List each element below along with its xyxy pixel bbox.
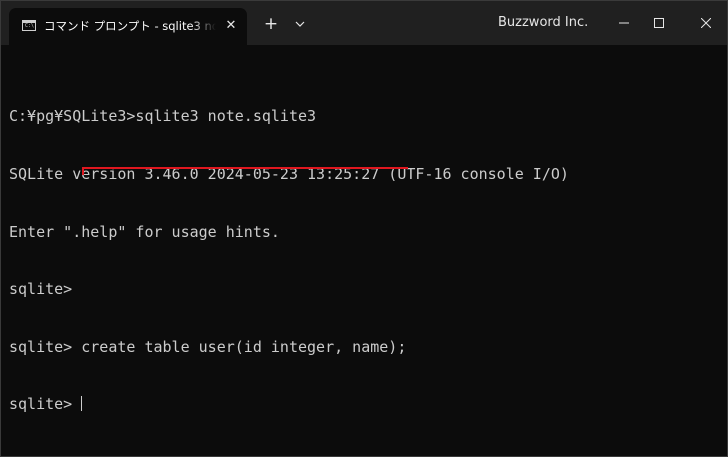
plus-icon: +: [263, 14, 279, 34]
new-tab-button[interactable]: +: [260, 13, 282, 35]
console-line: sqlite> create table user(id integer, na…: [9, 337, 407, 356]
brand-label: Buzzword Inc.: [498, 15, 589, 30]
text-cursor: [81, 396, 83, 412]
console-line: C:¥pg¥SQLite3>sqlite3 note.sqlite3: [9, 107, 317, 126]
tab-title: コマンド プロンプト - sqlite3 note.sqlite3: [44, 19, 216, 33]
close-icon: [701, 18, 711, 28]
tab-dropdown-button[interactable]: [290, 13, 310, 35]
highlight-underline-tick: [82, 167, 84, 175]
console-prompt-line: sqlite>: [9, 395, 721, 414]
command-prompt-icon: C:\: [22, 20, 36, 31]
highlight-underline: [82, 167, 408, 169]
prompt-text: sqlite>: [9, 395, 73, 414]
minimize-icon: [619, 22, 629, 24]
chevron-down-icon: [295, 21, 305, 27]
close-icon: ✕: [225, 18, 237, 33]
console-line: sqlite>: [9, 280, 73, 299]
console-line: Enter ".help" for usage hints.: [9, 222, 280, 241]
tab-icon-text: C:\: [25, 23, 35, 29]
tab-command-prompt[interactable]: C:\ コマンド プロンプト - sqlite3 note.sqlite3 ✕: [9, 8, 247, 45]
maximize-icon: [654, 18, 664, 28]
terminal-window: C:\ コマンド プロンプト - sqlite3 note.sqlite3 ✕ …: [0, 0, 728, 457]
maximize-button[interactable]: [644, 9, 674, 37]
title-bar: C:\ コマンド プロンプト - sqlite3 note.sqlite3 ✕ …: [1, 1, 727, 45]
close-window-button[interactable]: [691, 9, 721, 37]
minimize-button[interactable]: [609, 9, 639, 37]
close-tab-button[interactable]: ✕: [223, 17, 239, 35]
console-output[interactable]: C:¥pg¥SQLite3>sqlite3 note.sqlite3 SQLit…: [9, 69, 721, 449]
